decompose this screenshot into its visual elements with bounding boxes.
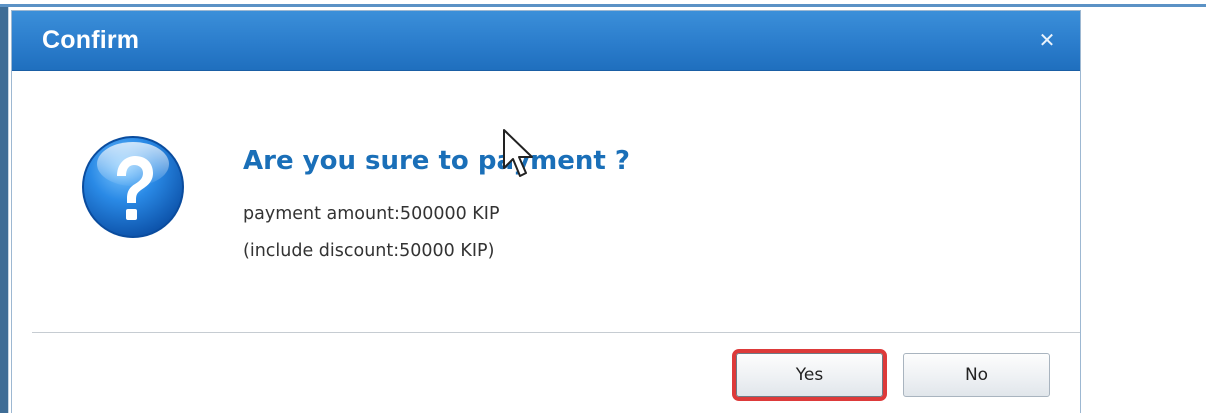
window-top-border — [0, 4, 1206, 7]
yes-button[interactable]: Yes — [732, 349, 887, 401]
close-icon[interactable]: ✕ — [1036, 29, 1058, 51]
confirm-dialog: Confirm ✕ Are you sure to payment ? paym… — [11, 10, 1081, 413]
mouse-cursor-icon — [503, 129, 533, 177]
dialog-title: Confirm — [42, 26, 140, 54]
question-icon — [82, 136, 184, 238]
confirm-headline: Are you sure to payment ? — [243, 146, 630, 176]
dialog-titlebar[interactable]: Confirm ✕ — [12, 11, 1080, 71]
payment-amount-text: payment amount:500000 KIP — [243, 204, 500, 224]
dialog-divider — [32, 332, 1080, 333]
no-button[interactable]: No — [903, 353, 1050, 397]
discount-text: (include discount:50000 KIP) — [243, 241, 495, 261]
background-window-edge — [0, 7, 9, 413]
